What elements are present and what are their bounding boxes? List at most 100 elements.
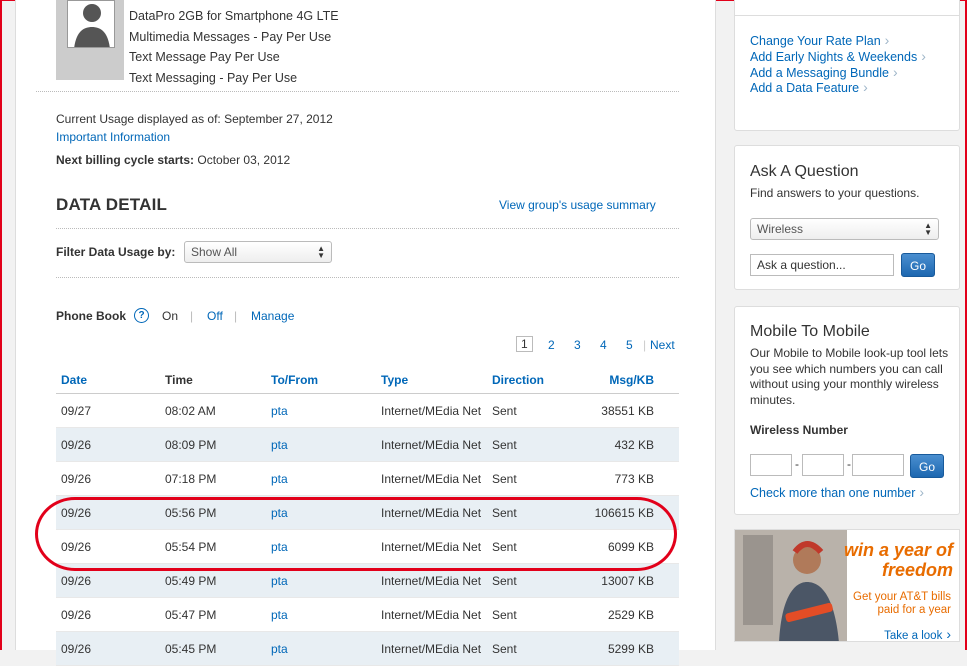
divider <box>56 277 679 278</box>
table-row: 09/26 05:45 PM pta Internet/MEdia Net Se… <box>56 632 679 666</box>
cell-time: 05:47 PM <box>165 608 217 622</box>
plan-options-box: Change Your Rate Plan › Add Early Nights … <box>734 0 960 131</box>
add-data-feature-link[interactable]: Add a Data Feature › <box>750 79 868 95</box>
change-rate-plan-link[interactable]: Change Your Rate Plan › <box>750 32 889 48</box>
pager-page-2[interactable]: 2 <box>548 338 555 352</box>
cell-time: 05:45 PM <box>165 642 217 656</box>
feature-item: DataPro 2GB for Smartphone 4G LTE <box>129 9 339 23</box>
next-billing: Next billing cycle starts: October 03, 2… <box>56 153 290 167</box>
select-arrows-icon: ▲ ▼ <box>924 221 932 237</box>
table-row: 09/27 08:02 AM pta Internet/MEdia Net Se… <box>56 394 679 428</box>
cell-date: 09/26 <box>61 574 92 588</box>
col-tofrom-header[interactable]: To/From <box>271 373 318 387</box>
cell-tofrom-link[interactable]: pta <box>271 472 288 486</box>
plan-features: DataPro 2GB for Smartphone 4G LTE Multim… <box>129 6 339 88</box>
divider <box>735 15 959 16</box>
table-row: 09/26 05:56 PM pta Internet/MEdia Net Se… <box>56 496 679 530</box>
person-silhouette-icon <box>67 0 115 48</box>
next-billing-value: October 03, 2012 <box>194 153 291 167</box>
feature-item: Text Message Pay Per Use <box>129 50 280 64</box>
current-usage-date: Current Usage displayed as of: September… <box>56 112 333 126</box>
pager-page-4[interactable]: 4 <box>600 338 607 352</box>
phone-book-label: Phone Book <box>56 309 127 323</box>
cell-msgkb: 773 KB <box>614 472 654 486</box>
ask-question-desc: Find answers to your questions. <box>750 186 920 200</box>
number-area-code-input[interactable] <box>750 454 792 476</box>
cell-date: 09/27 <box>61 404 92 418</box>
cell-date: 09/26 <box>61 608 92 622</box>
group-usage-link[interactable]: View group's usage summary <box>499 198 656 212</box>
feature-item: Text Messaging - Pay Per Use <box>129 70 298 85</box>
cell-type: Internet/MEdia Net <box>381 574 482 588</box>
feature-item: Multimedia Messages - Pay Per Use <box>129 29 332 44</box>
cell-time: 08:09 PM <box>165 438 217 452</box>
add-messaging-bundle-link[interactable]: Add a Messaging Bundle › <box>750 64 898 80</box>
data-detail-title: DATA DETAIL <box>56 195 168 214</box>
promo-title: win a year of freedom <box>843 540 953 580</box>
table-row: 09/26 05:47 PM pta Internet/MEdia Net Se… <box>56 598 679 632</box>
frame-left <box>0 0 2 650</box>
pager-page-3[interactable]: 3 <box>574 338 581 352</box>
cell-type: Internet/MEdia Net <box>381 642 482 656</box>
table-row: 09/26 08:09 PM pta Internet/MEdia Net Se… <box>56 428 679 462</box>
cell-tofrom-link[interactable]: pta <box>271 404 288 418</box>
number-line-input[interactable] <box>852 454 904 476</box>
phone-book-manage[interactable]: Manage <box>251 309 294 323</box>
col-msgkb-header[interactable]: Msg/KB <box>609 373 654 387</box>
cell-msgkb: 2529 KB <box>607 608 654 622</box>
ask-question-box: Ask A Question Find answers to your ques… <box>734 145 960 290</box>
col-direction-header[interactable]: Direction <box>492 373 544 387</box>
filter-select[interactable]: Show All ▲ ▼ <box>184 241 332 263</box>
table-row: 09/26 05:54 PM pta Internet/MEdia Net Se… <box>56 530 679 564</box>
cell-tofrom-link[interactable]: pta <box>271 642 288 656</box>
cell-date: 09/26 <box>61 540 92 554</box>
dash: - <box>795 457 799 471</box>
promo-take-a-look-link[interactable]: Take a look › <box>884 626 951 642</box>
promo-photo <box>735 530 847 641</box>
ask-question-title: Ask A Question <box>750 163 859 180</box>
ask-question-input[interactable]: Ask a question... <box>750 254 894 276</box>
table-row: 09/26 05:49 PM pta Internet/MEdia Net Se… <box>56 564 679 598</box>
cell-msgkb: 13007 KB <box>601 574 654 588</box>
pager-next[interactable]: Next <box>650 338 675 352</box>
cell-direction: Sent <box>492 608 517 622</box>
table-header: Date Time To/From Type Direction Msg/KB <box>56 366 679 394</box>
cell-time: 05:56 PM <box>165 506 217 520</box>
cell-type: Internet/MEdia Net <box>381 472 482 486</box>
cell-time: 08:02 AM <box>165 404 216 418</box>
table-row: 09/26 07:18 PM pta Internet/MEdia Net Se… <box>56 462 679 496</box>
chevron-right-icon: › <box>946 626 951 642</box>
help-icon[interactable]: ? <box>134 308 149 323</box>
cell-tofrom-link[interactable]: pta <box>271 438 288 452</box>
important-info-link[interactable]: Important Information <box>56 130 170 144</box>
cell-tofrom-link[interactable]: pta <box>271 540 288 554</box>
check-more-numbers-link[interactable]: Check more than one number › <box>750 484 924 500</box>
data-usage-table: Date Time To/From Type Direction Msg/KB … <box>56 366 679 666</box>
filter-label: Filter Data Usage by: <box>56 245 176 259</box>
cell-msgkb: 106615 KB <box>594 506 654 520</box>
cell-direction: Sent <box>492 540 517 554</box>
next-billing-label: Next billing cycle starts: <box>56 153 195 167</box>
phone-book-on[interactable]: On <box>162 309 178 323</box>
pager-page-1[interactable]: 1 <box>516 336 533 352</box>
promo-banner[interactable]: win a year of freedom Get your AT&T bill… <box>734 529 960 642</box>
col-date-header[interactable]: Date <box>61 373 87 387</box>
cell-tofrom-link[interactable]: pta <box>271 574 288 588</box>
add-nights-weekends-link[interactable]: Add Early Nights & Weekends › <box>750 48 926 64</box>
cell-tofrom-link[interactable]: pta <box>271 506 288 520</box>
cell-msgkb: 38551 KB <box>601 404 654 418</box>
number-prefix-input[interactable] <box>802 454 844 476</box>
question-category-select[interactable]: Wireless ▲ ▼ <box>750 218 939 240</box>
m2m-go-button[interactable]: Go <box>910 454 944 478</box>
cell-date: 09/26 <box>61 438 92 452</box>
cell-tofrom-link[interactable]: pta <box>271 608 288 622</box>
col-type-header[interactable]: Type <box>381 373 408 387</box>
wireless-number-label: Wireless Number <box>750 423 848 437</box>
phone-book-off[interactable]: Off <box>207 309 223 323</box>
col-time-header: Time <box>165 373 193 387</box>
cell-direction: Sent <box>492 506 517 520</box>
filter-select-value: Show All <box>191 245 238 259</box>
chevron-right-icon: › <box>863 79 868 95</box>
ask-go-button[interactable]: Go <box>901 253 935 277</box>
pager-page-5[interactable]: 5 <box>626 338 633 352</box>
